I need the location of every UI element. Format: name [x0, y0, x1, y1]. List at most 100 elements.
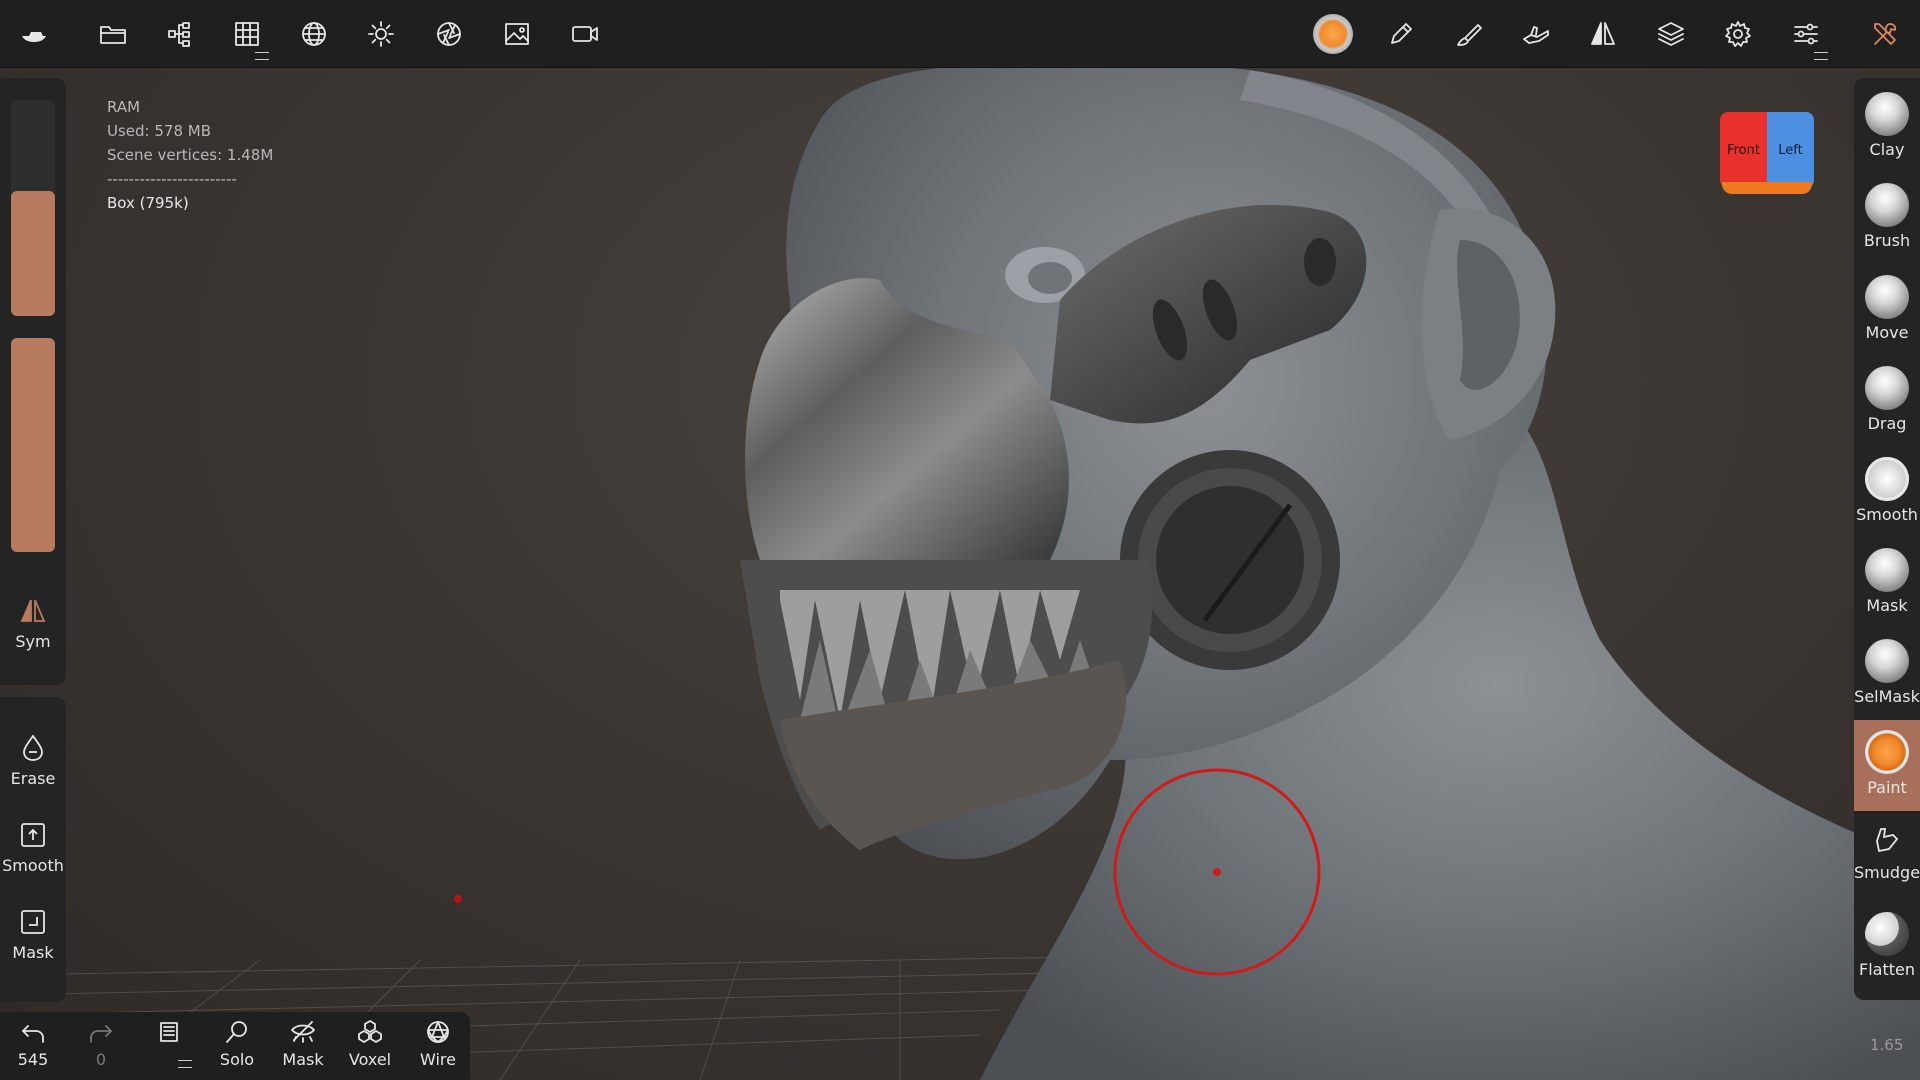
video-camera-icon[interactable] [563, 12, 607, 56]
erase-label: Erase [10, 769, 56, 788]
tool-label: Paint [1867, 778, 1907, 797]
mask-visibility-label: Mask [282, 1050, 324, 1069]
sun-icon[interactable] [359, 12, 403, 56]
mask-visibility-button[interactable]: Mask [270, 1018, 336, 1069]
voxel-button[interactable]: Voxel [337, 1018, 403, 1069]
gear-icon[interactable] [1716, 12, 1760, 56]
tools-icon[interactable] [1863, 12, 1907, 56]
mask-sphere-icon [1865, 548, 1909, 592]
tool-move[interactable]: Move [1854, 265, 1920, 356]
grid-icon[interactable] [225, 12, 269, 60]
image-icon[interactable] [495, 12, 539, 56]
brush-cursor-center [1213, 868, 1221, 876]
brush-stroke-dot [454, 895, 462, 903]
tool-brush[interactable]: Brush [1854, 173, 1920, 264]
notebook-icon [160, 1022, 178, 1042]
clay-sphere-icon [1865, 92, 1909, 136]
paint-sphere-icon [1865, 730, 1909, 774]
smooth-button[interactable]: Smooth [0, 820, 66, 875]
symmetry-toggle[interactable]: Sym [0, 596, 66, 651]
redo-count: 0 [95, 1050, 107, 1069]
view-cube-left[interactable]: Left [1767, 112, 1814, 188]
tool-label: Brush [1863, 231, 1911, 250]
symmetry-icon [20, 599, 46, 622]
sphere-mesh-icon[interactable] [292, 12, 336, 56]
scene-vertices: Scene vertices: 1.48M [107, 146, 274, 164]
pencil-icon[interactable] [1379, 12, 1423, 56]
right-tools-panel: Clay Brush Move Drag Smooth Mask SelMask… [1854, 78, 1920, 1000]
tool-label: Move [1865, 323, 1909, 342]
view-cube-bottom[interactable] [1722, 182, 1812, 194]
voxel-label: Voxel [348, 1050, 392, 1069]
viewport-3d[interactable] [0, 0, 1920, 1080]
symmetry-icon[interactable] [1581, 12, 1625, 56]
scene-tree-icon[interactable] [158, 12, 202, 56]
bottom-toolbar: 545 0 Solo Mask Voxel Wire [0, 1012, 470, 1080]
ram-used: Used: 578 MB [107, 122, 211, 140]
tool-label: Flatten [1859, 960, 1915, 979]
wire-label: Wire [420, 1050, 456, 1069]
radius-slider[interactable] [11, 100, 55, 316]
wireframe-sphere-icon [427, 1021, 449, 1043]
tool-smudge[interactable]: Smudge [1854, 811, 1920, 902]
mask-button[interactable]: Mask [0, 907, 66, 962]
smooth-label: Smooth [2, 856, 64, 875]
intensity-slider-fill [11, 338, 55, 552]
undo-icon [22, 1025, 44, 1043]
tool-selmask[interactable]: SelMask [1854, 629, 1920, 720]
mask-label: Mask [12, 943, 54, 962]
zoom-readout: 1.65 [1870, 1036, 1904, 1054]
tool-flatten[interactable]: Flatten [1854, 902, 1920, 993]
scene-info-overlay: RAM Used: 578 MB Scene vertices: 1.48M -… [107, 95, 273, 215]
info-separator: ------------------------ [107, 170, 237, 188]
intensity-slider[interactable] [11, 338, 55, 552]
smooth-box-icon [21, 823, 45, 847]
folder-icon[interactable] [91, 12, 135, 56]
top-toolbar [0, 0, 1920, 68]
boat-logo-icon[interactable] [12, 12, 56, 56]
hand-drag-icon[interactable] [1514, 12, 1558, 56]
tool-label: Drag [1867, 414, 1907, 433]
tool-label: Smudge [1854, 863, 1920, 882]
undo-count: 545 [17, 1050, 49, 1069]
view-cube[interactable]: Front Left [1720, 112, 1814, 194]
flatten-sphere-icon [1865, 912, 1909, 956]
solo-button[interactable]: Solo [204, 1018, 270, 1069]
material-sphere-icon[interactable] [1311, 12, 1355, 56]
wire-button[interactable]: Wire [405, 1018, 471, 1069]
tool-smooth[interactable]: Smooth [1854, 447, 1920, 538]
solo-label: Solo [219, 1050, 255, 1069]
more-indicator [178, 1060, 192, 1068]
tool-label: Mask [1866, 596, 1908, 615]
tool-drag[interactable]: Drag [1854, 356, 1920, 447]
tool-mask[interactable]: Mask [1854, 538, 1920, 629]
symmetry-label: Sym [15, 632, 51, 651]
eye-off-icon [291, 1021, 315, 1043]
layers-icon[interactable] [1649, 12, 1693, 56]
aperture-icon[interactable] [427, 12, 471, 56]
redo-button[interactable]: 0 [68, 1018, 134, 1069]
left-brush-panel: Sym [0, 78, 66, 685]
drop-icon [23, 734, 43, 761]
mask-box-icon [21, 910, 45, 934]
smooth-sphere-icon [1865, 457, 1909, 501]
scene-render [0, 61, 1920, 1080]
notebook-button[interactable] [136, 1018, 202, 1068]
tool-label: Smooth [1856, 505, 1918, 524]
smudge-finger-icon [1876, 828, 1899, 853]
move-sphere-icon [1865, 275, 1909, 319]
tool-label: SelMask [1854, 687, 1920, 706]
selmask-sphere-icon [1865, 639, 1909, 683]
sliders-icon[interactable] [1784, 12, 1828, 60]
paint-brush-icon[interactable] [1447, 12, 1491, 56]
voxel-cubes-icon [358, 1020, 382, 1043]
tool-clay[interactable]: Clay [1854, 82, 1920, 173]
erase-button[interactable]: Erase [0, 733, 66, 788]
search-icon [226, 1021, 247, 1043]
view-cube-front[interactable]: Front [1720, 112, 1767, 188]
drag-sphere-icon [1865, 366, 1909, 410]
radius-slider-fill [11, 190, 55, 316]
undo-button[interactable]: 545 [0, 1018, 66, 1069]
tool-paint[interactable]: Paint [1854, 720, 1920, 811]
selected-object-name: Box (795k) [107, 194, 189, 212]
